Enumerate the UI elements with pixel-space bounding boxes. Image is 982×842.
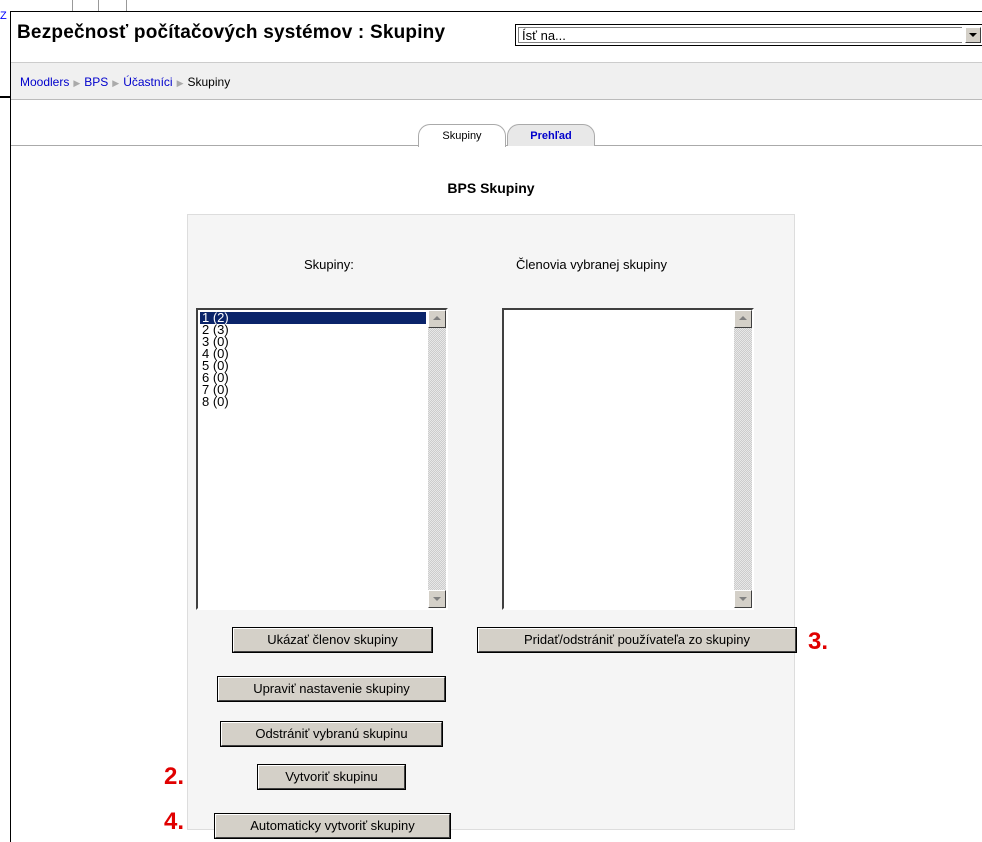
create-group-button[interactable]: Vytvoriť skupinu [257, 764, 406, 790]
step-marker-3: 3. [808, 628, 829, 655]
tab-prehlad[interactable]: Prehľad [507, 124, 595, 146]
list-item[interactable]: 5 (0) [200, 359, 426, 372]
scroll-up-icon[interactable] [428, 310, 446, 328]
auto-create-groups-button[interactable]: Automaticky vytvoriť skupiny [214, 813, 451, 839]
background-link[interactable]: Z [0, 10, 7, 22]
list-item[interactable]: 7 (0) [200, 383, 426, 396]
members-list-label: Členovia vybranej skupiny [516, 257, 668, 272]
breadcrumb-separator-icon: ▶ [176, 78, 184, 88]
groups-scrollbar[interactable] [428, 310, 446, 608]
show-members-button[interactable]: Ukázať členov skupiny [232, 627, 433, 653]
breadcrumb-separator-icon: ▶ [73, 78, 81, 88]
list-item[interactable]: 6 (0) [200, 371, 426, 384]
breadcrumb-moodlers[interactable]: Moodlers [20, 75, 69, 89]
edit-group-settings-button[interactable]: Upraviť nastavenie skupiny [217, 676, 446, 702]
breadcrumb-current: Skupiny [187, 75, 231, 89]
step-marker-2: 2. [164, 763, 185, 790]
step-marker-4: 4. [164, 808, 185, 835]
chevron-down-icon[interactable] [965, 27, 981, 43]
breadcrumb-bps[interactable]: BPS [84, 75, 108, 89]
scroll-up-icon[interactable] [734, 310, 752, 328]
groups-listbox[interactable]: 1 (2) 2 (3) 3 (0) 4 (0) 5 (0) 6 (0) 7 (0) 8 (0) [196, 308, 448, 610]
jump-to-select[interactable]: Ísť na... [515, 24, 982, 46]
page-title: Bezpečnosť počítačových systémov : Skupi… [17, 22, 446, 43]
list-item[interactable]: 8 (0) [200, 395, 426, 408]
members-scrollbar[interactable] [734, 310, 752, 608]
add-remove-user-button[interactable]: Pridať/odstrániť používateľa zo skupiny [477, 627, 797, 653]
list-item[interactable]: 1 (2) [200, 311, 426, 324]
scroll-down-icon[interactable] [428, 590, 446, 608]
delete-group-button[interactable]: Odstrániť vybranú skupinu [220, 721, 443, 747]
breadcrumb-separator-icon: ▶ [112, 78, 120, 88]
tab-skupiny[interactable]: Skupiny [418, 124, 506, 147]
list-item[interactable]: 4 (0) [200, 347, 426, 360]
navigation-bar: Moodlers ▶ BPS ▶ Účastníci ▶ Skupiny [11, 62, 982, 100]
list-item[interactable]: 2 (3) [200, 323, 426, 336]
jump-to-value: Ísť na... [518, 27, 962, 43]
breadcrumb: Moodlers ▶ BPS ▶ Účastníci ▶ Skupiny [20, 75, 230, 89]
members-listbox[interactable] [502, 308, 754, 610]
scroll-down-icon[interactable] [734, 590, 752, 608]
groups-list-label: Skupiny: [304, 257, 354, 272]
section-title: BPS Skupiny [447, 180, 535, 196]
breadcrumb-participants[interactable]: Účastníci [123, 75, 172, 89]
groups-list-items: 1 (2) 2 (3) 3 (0) 4 (0) 5 (0) 6 (0) 7 (0) 8 (0) [200, 311, 426, 408]
list-item[interactable]: 3 (0) [200, 335, 426, 348]
page-header: Bezpečnosť počítačových systémov : Skupi… [11, 12, 982, 60]
